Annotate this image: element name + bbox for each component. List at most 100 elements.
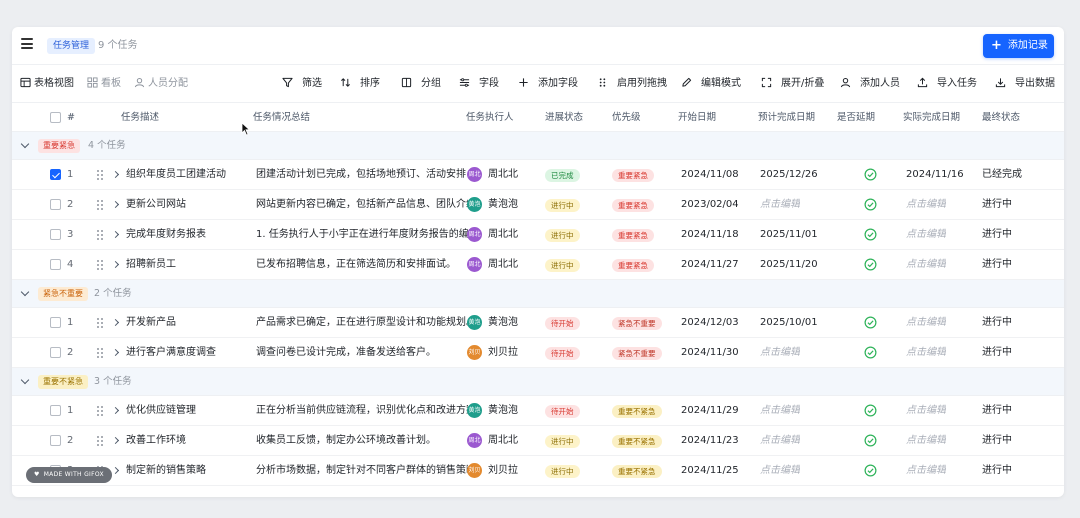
- task-summary[interactable]: 1. 任务执行人于小宇正在进行年度财务报告的编制: [256, 228, 468, 242]
- group-header[interactable]: 重要紧急 4 个任务: [12, 132, 1064, 160]
- toolbar-group-button[interactable]: 分组: [401, 77, 441, 91]
- actual-date[interactable]: 点击编辑: [906, 316, 946, 330]
- assignee-name[interactable]: 周北北: [488, 228, 518, 242]
- group-header[interactable]: 紧急不重要 2 个任务: [12, 280, 1064, 308]
- final-status[interactable]: 已经完成: [982, 168, 1022, 182]
- task-description[interactable]: 进行客户满意度调查: [126, 346, 246, 360]
- select-all-checkbox[interactable]: [50, 112, 61, 123]
- row-checkbox[interactable]: [50, 435, 61, 446]
- expand-row-icon[interactable]: [111, 260, 120, 269]
- toolbar-edit-button[interactable]: 编辑模式: [681, 77, 741, 91]
- actual-date[interactable]: 点击编辑: [906, 434, 946, 448]
- task-summary[interactable]: 正在分析当前供应链流程，识别优化点和改进方案: [256, 404, 468, 418]
- task-summary[interactable]: 产品需求已确定，正在进行原型设计和功能规划。: [256, 316, 468, 330]
- row-checkbox[interactable]: [50, 229, 61, 240]
- due-date[interactable]: 2025/11/01: [760, 228, 818, 242]
- start-date[interactable]: 2024/12/03: [681, 316, 739, 330]
- toolbar-sort-button[interactable]: 排序: [340, 77, 380, 91]
- due-date[interactable]: 点击编辑: [760, 434, 800, 448]
- task-summary[interactable]: 收集员工反馈，制定办公环境改善计划。: [256, 434, 468, 448]
- toolbar-field-button[interactable]: 字段: [459, 77, 499, 91]
- assignee-name[interactable]: 黄泡泡: [488, 316, 518, 330]
- view-tab-1[interactable]: 看板: [87, 77, 121, 91]
- task-description[interactable]: 改善工作环境: [126, 434, 246, 448]
- start-date[interactable]: 2024/11/08: [681, 168, 739, 182]
- toolbar-filter-button[interactable]: 筛选: [282, 77, 322, 91]
- actual-date[interactable]: 2024/11/16: [906, 168, 964, 182]
- status-badge[interactable]: 进行中: [545, 199, 580, 212]
- status-badge[interactable]: 待开始: [545, 347, 580, 360]
- drag-handle-icon[interactable]: [97, 436, 103, 446]
- add-record-button[interactable]: + 添加记录: [983, 34, 1054, 58]
- toolbar-drag-button[interactable]: 启用列拖拽: [597, 77, 667, 91]
- status-badge[interactable]: 进行中: [545, 465, 580, 478]
- expand-row-icon[interactable]: [111, 348, 120, 357]
- table-row[interactable]: 1 组织年度员工团建活动 团建活动计划已完成，包括场地预订、活动安排 周北 周北北 已完成…: [12, 160, 1064, 190]
- task-description[interactable]: 制定新的销售策略: [126, 464, 246, 478]
- drag-handle-icon[interactable]: [97, 406, 103, 416]
- final-status[interactable]: 进行中: [982, 464, 1012, 478]
- drag-handle-icon[interactable]: [97, 200, 103, 210]
- start-date[interactable]: 2024/11/18: [681, 228, 739, 242]
- final-status[interactable]: 进行中: [982, 258, 1012, 272]
- view-tab-2[interactable]: 人员分配: [134, 77, 188, 91]
- actual-date[interactable]: 点击编辑: [906, 198, 946, 212]
- start-date[interactable]: 2024/11/29: [681, 404, 739, 418]
- final-status[interactable]: 进行中: [982, 316, 1012, 330]
- table-row[interactable]: 1 优化供应链管理 正在分析当前供应链流程，识别优化点和改进方案 黄泡 黄泡泡 待开始 重要…: [12, 396, 1064, 426]
- status-badge[interactable]: 已完成: [545, 169, 580, 182]
- assignee-name[interactable]: 周北北: [488, 434, 518, 448]
- table-row[interactable]: 3 完成年度财务报表 1. 任务执行人于小宇正在进行年度财务报告的编制 周北 周北北 进行…: [12, 220, 1064, 250]
- status-badge[interactable]: 进行中: [545, 435, 580, 448]
- actual-date[interactable]: 点击编辑: [906, 404, 946, 418]
- assignee-name[interactable]: 黄泡泡: [488, 404, 518, 418]
- column-header[interactable]: 任务执行人: [466, 111, 514, 125]
- column-header[interactable]: 实际完成日期: [903, 111, 960, 125]
- expand-row-icon[interactable]: [111, 466, 120, 475]
- expand-row-icon[interactable]: [111, 318, 120, 327]
- task-summary[interactable]: 已发布招聘信息，正在筛选简历和安排面试。: [256, 258, 468, 272]
- status-badge[interactable]: 进行中: [545, 229, 580, 242]
- table-row[interactable]: 4 招聘新员工 已发布招聘信息，正在筛选简历和安排面试。 周北 周北北 进行中 重要紧急 20…: [12, 250, 1064, 280]
- drag-handle-icon[interactable]: [97, 318, 103, 328]
- task-summary[interactable]: 网站更新内容已确定，包括新产品信息、团队介绍: [256, 198, 468, 212]
- task-summary[interactable]: 调查问卷已设计完成，准备发送给客户。: [256, 346, 468, 360]
- priority-badge[interactable]: 重要紧急: [612, 199, 654, 212]
- collapse-caret-icon[interactable]: [20, 287, 30, 297]
- final-status[interactable]: 进行中: [982, 198, 1012, 212]
- view-tab-0[interactable]: 表格视图: [20, 77, 74, 91]
- menu-icon[interactable]: [21, 38, 33, 50]
- collapse-caret-icon[interactable]: [20, 139, 30, 149]
- expand-row-icon[interactable]: [111, 436, 120, 445]
- actual-date[interactable]: 点击编辑: [906, 464, 946, 478]
- toolbar-person-button[interactable]: 添加人员: [840, 77, 900, 91]
- assignee-name[interactable]: 刘贝拉: [488, 464, 518, 478]
- toolbar-export-button[interactable]: 导出数据: [995, 77, 1055, 91]
- expand-row-icon[interactable]: [111, 200, 120, 209]
- task-description[interactable]: 优化供应链管理: [126, 404, 246, 418]
- column-header[interactable]: #: [67, 111, 75, 125]
- assignee-name[interactable]: 周北北: [488, 258, 518, 272]
- drag-handle-icon[interactable]: [97, 348, 103, 358]
- task-description[interactable]: 完成年度财务报表: [126, 228, 246, 242]
- drag-handle-icon[interactable]: [97, 260, 103, 270]
- column-header[interactable]: 任务描述: [121, 111, 159, 125]
- column-header[interactable]: 预计完成日期: [758, 111, 815, 125]
- task-description[interactable]: 招聘新员工: [126, 258, 246, 272]
- priority-badge[interactable]: 重要紧急: [612, 169, 654, 182]
- due-date[interactable]: 点击编辑: [760, 464, 800, 478]
- task-summary[interactable]: 分析市场数据，制定针对不同客户群体的销售策略: [256, 464, 468, 478]
- row-checkbox[interactable]: [50, 405, 61, 416]
- due-date[interactable]: 2025/10/01: [760, 316, 818, 330]
- start-date[interactable]: 2024/11/25: [681, 464, 739, 478]
- column-header[interactable]: 最终状态: [982, 111, 1020, 125]
- priority-badge[interactable]: 重要不紧急: [612, 435, 662, 448]
- table-row[interactable]: 2 更新公司网站 网站更新内容已确定，包括新产品信息、团队介绍 黄泡 黄泡泡 进行中 重要紧…: [12, 190, 1064, 220]
- table-row[interactable]: 1 开发新产品 产品需求已确定，正在进行原型设计和功能规划。 黄泡 黄泡泡 待开始 紧急不重…: [12, 308, 1064, 338]
- priority-badge[interactable]: 紧急不重要: [612, 347, 662, 360]
- start-date[interactable]: 2024/11/27: [681, 258, 739, 272]
- final-status[interactable]: 进行中: [982, 228, 1012, 242]
- collapse-caret-icon[interactable]: [20, 375, 30, 385]
- priority-badge[interactable]: 重要紧急: [612, 229, 654, 242]
- expand-row-icon[interactable]: [111, 170, 120, 179]
